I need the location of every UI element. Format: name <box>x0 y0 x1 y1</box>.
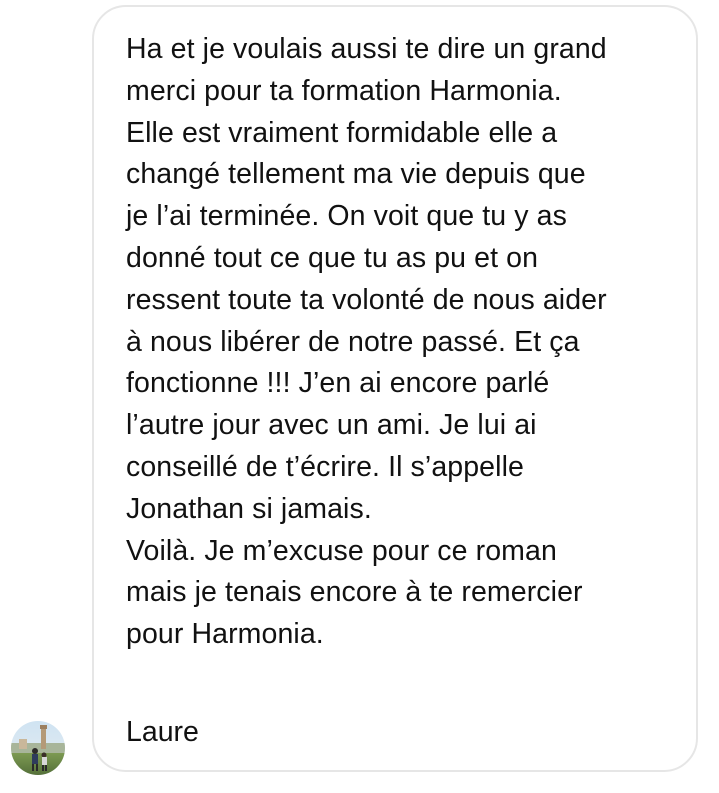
message-signature: Laure <box>126 716 199 748</box>
message-line: à nous libérer de notre passé. Et ça <box>126 325 580 358</box>
message-line: Voilà. Je m’excuse pour ce roman <box>126 534 557 567</box>
message-line: Ha et je voulais aussi te dire un grand <box>126 33 607 65</box>
profile-photo-icon <box>11 721 65 775</box>
message-bubble[interactable]: Ha et je voulais aussi te dire un grand … <box>92 5 698 772</box>
message-line: changé tellement ma vie depuis que <box>126 158 586 191</box>
message-line: Elle est vraiment formidable elle a <box>126 116 558 149</box>
message-line: mais je tenais encore à te remercier <box>126 576 583 609</box>
message-line: je l’ai terminée. On voit que tu y as <box>126 200 567 233</box>
message-line: donné tout ce que tu as pu et on <box>126 241 539 274</box>
message-line: merci pour ta formation Harmonia. <box>126 74 562 107</box>
message-line: fonctionne !!! J’en ai encore parlé <box>126 367 550 400</box>
message-line: ressent toute ta volonté de nous aider <box>126 283 607 316</box>
message-line: conseillé de t’écrire. Il s’appelle <box>126 450 524 483</box>
message-line: Jonathan si jamais. <box>126 492 372 525</box>
avatar[interactable] <box>11 721 65 775</box>
message-line: l’autre jour avec un ami. Je lui ai <box>126 409 537 442</box>
message-text: Ha et je voulais aussi te dire un grand … <box>126 29 686 656</box>
message-line: pour Harmonia. <box>126 618 324 651</box>
